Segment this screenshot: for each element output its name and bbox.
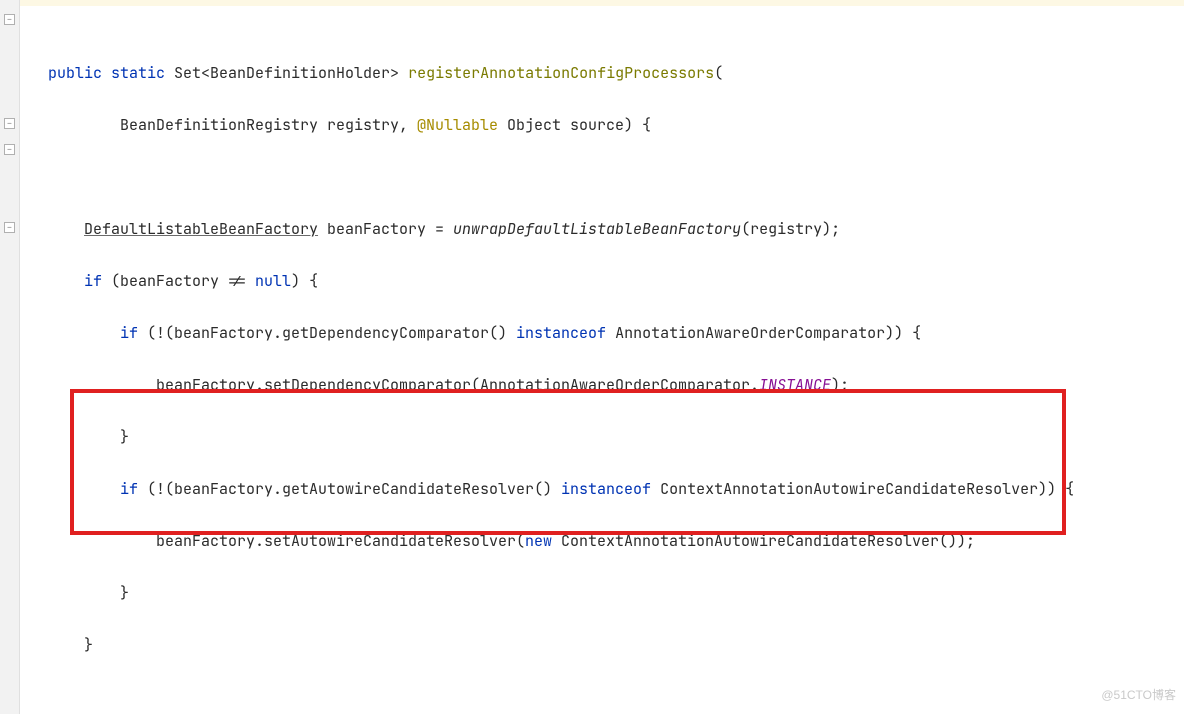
param: Object source) { <box>498 115 651 135</box>
brace: } <box>120 427 129 447</box>
method-name: registerAnnotationConfigProcessors <box>408 63 714 83</box>
fold-marker-icon[interactable]: – <box>4 118 15 129</box>
keyword: if <box>84 271 102 291</box>
code-area[interactable]: public static Set<BeanDefinitionHolder> … <box>20 0 1184 714</box>
text: ContextAnnotationAutowireCandidateResolv… <box>552 531 975 551</box>
static-method-call: unwrapDefaultListableBeanFactory <box>453 219 741 239</box>
text: beanFactory.setDependencyComparator(Anno… <box>156 375 759 395</box>
annotation: @Nullable <box>417 115 498 135</box>
keyword: if <box>120 479 138 499</box>
keyword: public <box>48 63 102 83</box>
paren: ( <box>714 63 723 83</box>
text: ContextAnnotationAutowireCandidateResolv… <box>651 479 1074 499</box>
text: ); <box>831 375 849 395</box>
fold-marker-icon[interactable]: – <box>4 222 15 233</box>
code-line[interactable]: BeanDefinitionRegistry registry, @Nullab… <box>48 112 1184 138</box>
keyword: new <box>525 531 552 551</box>
keyword: null <box>255 271 291 291</box>
text: (registry); <box>741 219 840 239</box>
code-line[interactable]: if (beanFactory != null) { <box>48 268 1184 294</box>
return-type: Set<BeanDefinitionHolder> <box>165 63 408 83</box>
code-line[interactable]: beanFactory.setAutowireCandidateResolver… <box>48 528 1184 554</box>
code-line[interactable]: } <box>48 424 1184 450</box>
text: AnnotationAwareOrderComparator)) { <box>606 323 921 343</box>
code-editor[interactable]: – – – – public static Set<BeanDefinition… <box>0 0 1184 714</box>
fold-marker-icon[interactable]: – <box>4 144 15 155</box>
keyword: instanceof <box>561 479 651 499</box>
indent <box>48 271 84 291</box>
code-line[interactable]: if (!(beanFactory.getAutowireCandidateRe… <box>48 476 1184 502</box>
text: (!(beanFactory.getAutowireCandidateResol… <box>138 479 561 499</box>
code-line[interactable] <box>48 164 1184 190</box>
code-line[interactable]: beanFactory.setDependencyComparator(Anno… <box>48 372 1184 398</box>
keyword: if <box>120 323 138 343</box>
keyword: instanceof <box>516 323 606 343</box>
fold-marker-icon[interactable]: – <box>4 14 15 25</box>
param: BeanDefinitionRegistry registry, <box>120 115 417 135</box>
indent <box>48 635 84 655</box>
keyword: static <box>111 63 165 83</box>
indent <box>48 427 120 447</box>
text: (!(beanFactory.getDependencyComparator() <box>138 323 516 343</box>
text: ) { <box>291 271 318 291</box>
gutter: – – – – <box>0 0 20 714</box>
indent <box>48 115 120 135</box>
code-line[interactable]: DefaultListableBeanFactory beanFactory =… <box>48 216 1184 242</box>
code-line[interactable]: } <box>48 632 1184 658</box>
brace: } <box>120 583 129 603</box>
code-line[interactable]: if (!(beanFactory.getDependencyComparato… <box>48 320 1184 346</box>
code-line[interactable]: public static Set<BeanDefinitionHolder> … <box>48 60 1184 86</box>
indent <box>48 531 156 551</box>
indent <box>48 219 84 239</box>
code-line[interactable] <box>48 684 1184 710</box>
watermark: @51CTO博客 <box>1101 682 1176 708</box>
text: beanFactory.setAutowireCandidateResolver… <box>156 531 525 551</box>
indent <box>48 375 156 395</box>
indent <box>48 323 120 343</box>
brace: } <box>84 635 93 655</box>
type-link[interactable]: DefaultListableBeanFactory <box>84 219 318 239</box>
code-line[interactable]: } <box>48 580 1184 606</box>
indent <box>48 479 120 499</box>
text: (beanFactory != <box>102 271 255 291</box>
text: beanFactory = <box>318 219 453 239</box>
static-field: INSTANCE <box>759 375 831 395</box>
indent <box>48 583 120 603</box>
